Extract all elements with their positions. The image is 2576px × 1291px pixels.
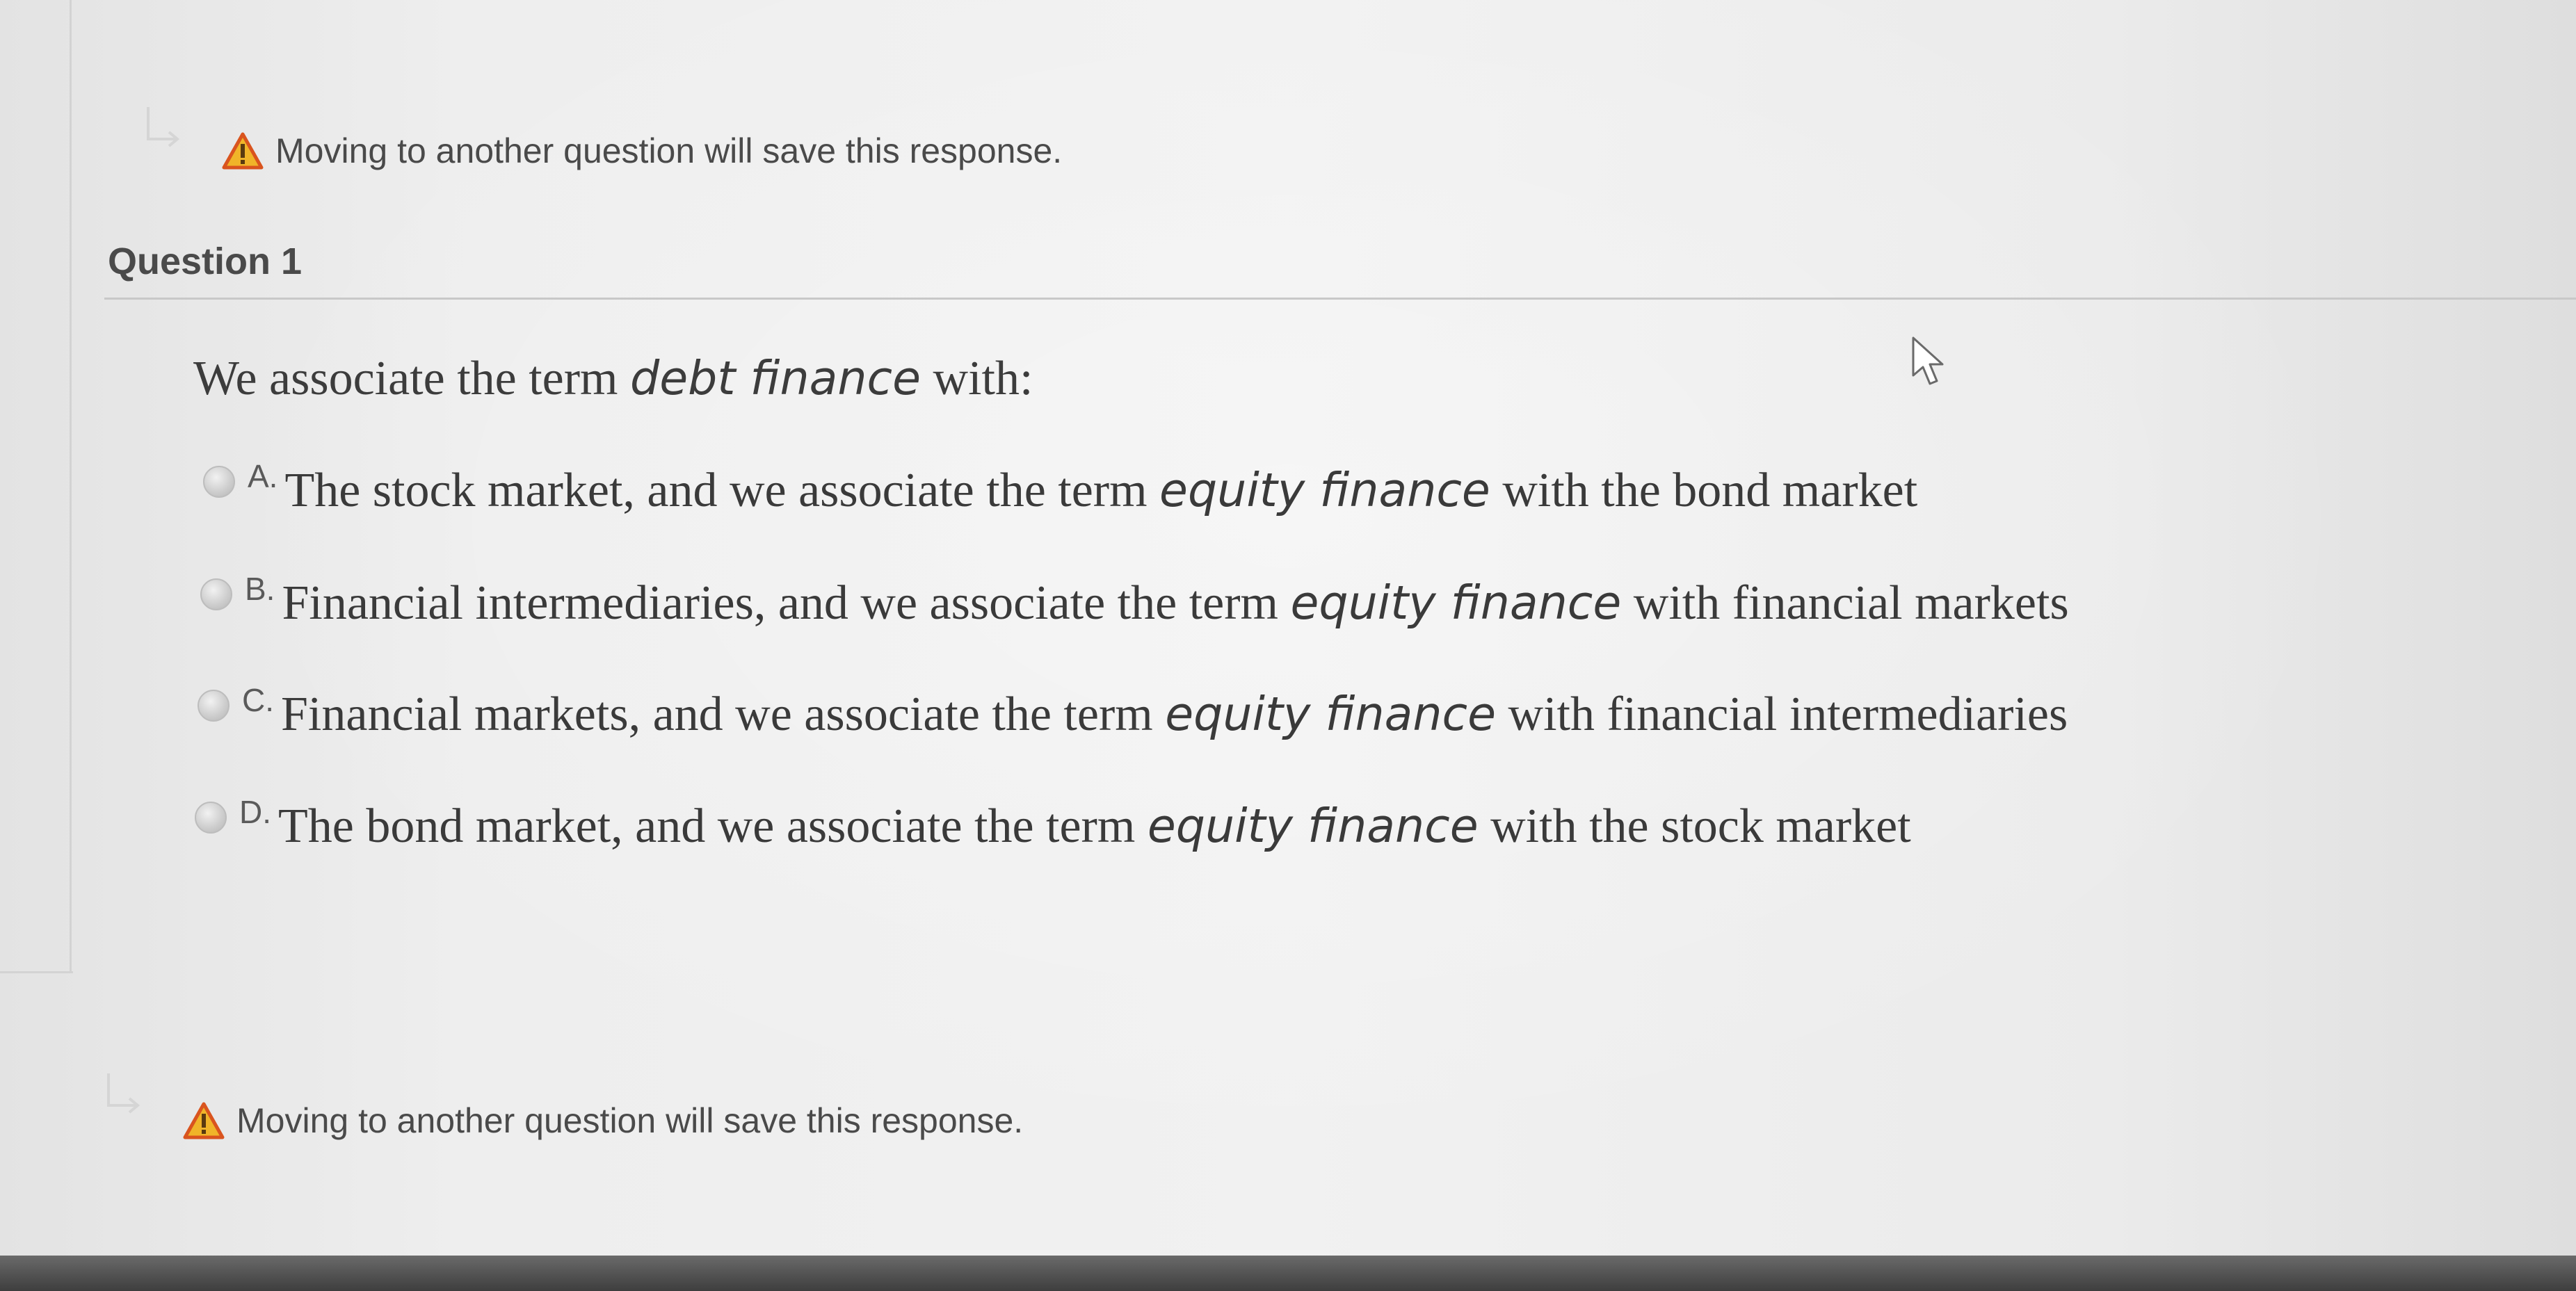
option-text-after: with financial intermediaries — [1496, 688, 2068, 741]
option-text: The stock market, and we associate the t… — [284, 463, 1917, 519]
option-letter: A. — [248, 458, 278, 494]
question-prompt: We associate the term debt finance with: — [193, 351, 1033, 407]
option-text-before: Financial markets, and we associate the … — [281, 688, 1166, 741]
answer-option-b[interactable]: B. Financial intermediaries, and we asso… — [200, 571, 2069, 631]
option-text-after: with the bond market — [1490, 464, 1918, 517]
save-notice-top: Moving to another question will save thi… — [221, 131, 1062, 171]
answer-option-c[interactable]: C. Financial markets, and we associate t… — [198, 682, 2068, 742]
monitor-bezel — [0, 1256, 2576, 1291]
option-emphasis: equity finance — [1159, 463, 1490, 517]
left-panel-border — [0, 0, 72, 973]
option-letter: B. — [245, 571, 275, 607]
return-arrow-icon — [107, 1073, 140, 1114]
option-letter: D. — [239, 794, 271, 830]
mouse-pointer-icon — [1912, 336, 1944, 385]
option-emphasis: equity finance — [1147, 799, 1479, 853]
option-text-after: with the stock market — [1478, 799, 1911, 853]
option-emphasis: equity finance — [1165, 687, 1497, 741]
option-letter: C. — [242, 682, 274, 718]
return-arrow-icon — [147, 107, 180, 147]
radio-button-icon[interactable] — [195, 802, 227, 834]
left-panel-border-foot — [0, 971, 73, 973]
option-text: Financial intermediaries, and we associa… — [282, 576, 2068, 631]
option-text-before: The bond market, and we associate the te… — [278, 799, 1148, 853]
radio-button-icon[interactable] — [200, 578, 232, 610]
option-text-after: with financial markets — [1621, 576, 2069, 630]
answer-option-a[interactable]: A. The stock market, and we associate th… — [203, 458, 1917, 519]
screen: Moving to another question will save thi… — [0, 0, 2576, 1291]
option-emphasis: equity finance — [1290, 576, 1622, 630]
question-header-divider — [104, 298, 2576, 300]
answer-option-d[interactable]: D. The bond market, and we associate the… — [195, 794, 1911, 854]
option-text-before: Financial intermediaries, and we associa… — [282, 576, 1291, 630]
save-notice-bottom: Moving to another question will save thi… — [182, 1101, 1023, 1141]
option-text: The bond market, and we associate the te… — [278, 799, 1911, 854]
option-text-before: The stock market, and we associate the t… — [284, 464, 1160, 517]
prompt-text-before: We associate the term — [193, 352, 630, 405]
option-text: Financial markets, and we associate the … — [281, 687, 2068, 742]
radio-button-icon[interactable] — [198, 690, 230, 722]
save-notice-text: Moving to another question will save thi… — [275, 131, 1063, 170]
warning-triangle-icon — [183, 1102, 225, 1139]
prompt-text-after: with: — [921, 352, 1033, 405]
prompt-emphasis: debt finance — [629, 351, 921, 405]
screen-glare — [0, 0, 2576, 1291]
radio-button-icon[interactable] — [203, 466, 235, 498]
question-title: Question 1 — [108, 241, 303, 282]
save-notice-text: Moving to another question will save thi… — [236, 1101, 1024, 1140]
warning-triangle-icon — [222, 132, 264, 170]
